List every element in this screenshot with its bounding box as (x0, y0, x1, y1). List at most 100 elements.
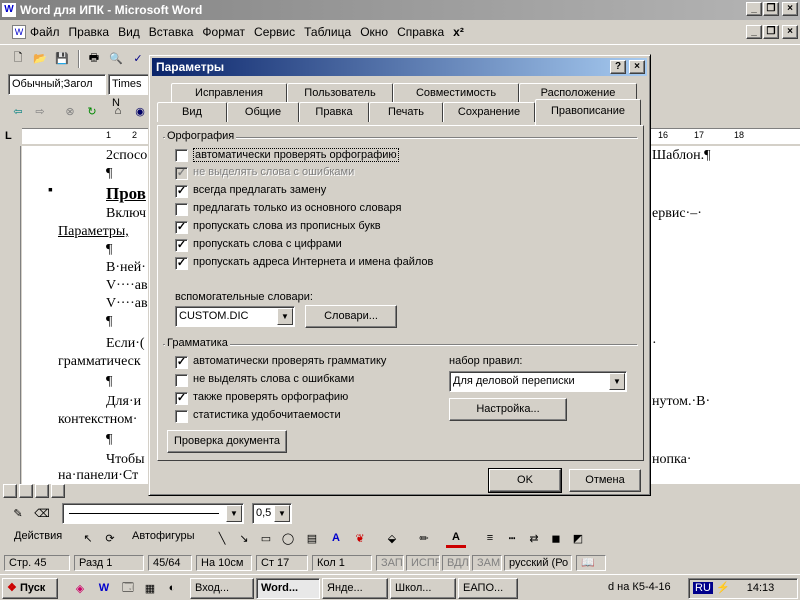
main-dict-only-label[interactable]: предлагать только из основного словаря (193, 202, 401, 214)
outline-view-button[interactable] (51, 484, 65, 498)
grammar-hide-errors-label[interactable]: не выделять слова с ошибками (193, 373, 354, 385)
oval-icon[interactable]: ◯ (278, 528, 298, 548)
arrow-icon[interactable]: ↘ (234, 528, 254, 548)
quicklaunch-icon[interactable]: ◐ (162, 578, 182, 598)
quicklaunch-icon[interactable]: ◈ (70, 578, 90, 598)
readability-stats-checkbox[interactable] (175, 410, 188, 423)
minimize-button[interactable]: _ (746, 2, 762, 16)
print-view-button[interactable] (35, 484, 49, 498)
forward-arrow-icon[interactable]: ⇨ (30, 101, 50, 121)
menu-tools[interactable]: Сервис (254, 25, 295, 39)
menu-window[interactable]: Окно (360, 25, 388, 39)
rectangle-icon[interactable]: ▭ (256, 528, 276, 548)
custom-dict-select[interactable]: CUSTOM.DIC ▼ (175, 306, 295, 327)
superscript-button[interactable]: x² (453, 25, 464, 39)
fill-color-icon[interactable]: ⬙ (382, 528, 402, 548)
grammar-hide-errors-checkbox[interactable] (175, 374, 188, 387)
spell-hide-errors-checkbox[interactable]: ✓ (175, 167, 188, 180)
font-select[interactable]: Times N (108, 74, 150, 109)
task-school[interactable]: Школ... (390, 578, 456, 599)
start-button[interactable]: ❖ Пуск (2, 578, 58, 599)
wordart-icon[interactable]: A (326, 528, 346, 548)
eraser-icon[interactable]: ⌫ (32, 503, 52, 523)
grammar-auto-check-checkbox[interactable]: ✓ (175, 356, 188, 369)
tab-corrections[interactable]: Исправления (171, 83, 287, 103)
task-inbox[interactable]: Вход... (190, 578, 254, 599)
cancel-button[interactable]: Отмена (569, 469, 641, 492)
tray-icon[interactable]: ⚡ (716, 582, 730, 594)
refresh-icon[interactable]: ↻ (82, 101, 102, 121)
task-drive[interactable]: d на К5-4-16 (604, 578, 672, 599)
ok-button[interactable]: OK (488, 468, 562, 493)
menu-table[interactable]: Таблица (304, 25, 351, 39)
dialog-close-button[interactable]: × (629, 60, 645, 74)
dash-style-icon[interactable]: ┅ (502, 528, 522, 548)
menu-edit[interactable]: Правка (69, 25, 110, 39)
search-web-icon[interactable]: ◉ (130, 101, 150, 121)
spelling-icon[interactable]: ✓ (128, 48, 148, 68)
menu-help[interactable]: Справка (397, 25, 444, 39)
pencil-icon[interactable]: ✎ (8, 503, 28, 523)
line-color-icon[interactable]: ✏ (414, 528, 434, 548)
ignore-urls-checkbox[interactable]: ✓ (175, 257, 188, 270)
document-icon[interactable]: W (12, 25, 26, 39)
back-arrow-icon[interactable]: ⇦ (8, 101, 28, 121)
clipart-icon[interactable]: ❦ (350, 528, 370, 548)
doc-close-button[interactable]: × (782, 25, 798, 39)
line-icon[interactable]: ╲ (212, 528, 232, 548)
line-style-icon[interactable]: ≡ (480, 528, 500, 548)
quicklaunch-icon[interactable]: ▦ (140, 578, 160, 598)
menu-file[interactable]: Файл (30, 25, 60, 39)
textbox-icon[interactable]: ▤ (302, 528, 322, 548)
line-width-select[interactable]: 0,5 ▼ (252, 503, 292, 524)
vertical-ruler[interactable] (3, 146, 21, 484)
task-word[interactable]: Word... (256, 578, 320, 599)
tab-save[interactable]: Сохранение (443, 102, 535, 122)
check-document-button[interactable]: Проверка документа (167, 430, 287, 453)
web-view-button[interactable] (19, 484, 33, 498)
status-ovr[interactable]: ЗАМ (472, 555, 502, 571)
tab-spelling-grammar[interactable]: Правописание (535, 99, 641, 125)
tab-general[interactable]: Общие (227, 102, 299, 122)
status-ext[interactable]: ВДЛ (442, 555, 470, 571)
always-suggest-label[interactable]: всегда предлагать замену (193, 184, 326, 196)
new-document-icon[interactable]: 🗋 (8, 48, 28, 68)
language-indicator[interactable]: RU (693, 582, 713, 594)
font-color-icon[interactable]: A (446, 528, 466, 548)
status-spelling-book-icon[interactable]: 📖 (576, 555, 606, 571)
doc-restore-button[interactable]: ❐ (763, 25, 779, 39)
doc-minimize-button[interactable]: _ (746, 25, 762, 39)
ignore-urls-label[interactable]: пропускать адреса Интернета и имена файл… (193, 256, 433, 268)
stop-icon[interactable]: ⊗ (60, 101, 80, 121)
tab-edit[interactable]: Правка (299, 102, 369, 122)
task-eapo[interactable]: ЕАПО... (458, 578, 518, 599)
readability-stats-label[interactable]: статистика удобочитаемости (193, 409, 341, 421)
autoshapes-menu[interactable]: Автофигуры (132, 530, 195, 542)
check-spelling-too-checkbox[interactable]: ✓ (175, 392, 188, 405)
task-yandex[interactable]: Янде... (322, 578, 388, 599)
grammar-settings-button[interactable]: Настройка... (449, 398, 567, 421)
dialog-help-button[interactable]: ? (610, 60, 626, 74)
grammar-auto-check-label[interactable]: автоматически проверять грамматику (193, 355, 386, 367)
ignore-numbers-checkbox[interactable]: ✓ (175, 239, 188, 252)
main-dict-only-checkbox[interactable] (175, 203, 188, 216)
select-arrow-icon[interactable]: ↖ (78, 528, 98, 548)
print-icon[interactable]: 🖶 (84, 48, 104, 68)
word-app-icon[interactable]: W (2, 3, 16, 17)
print-preview-icon[interactable]: 🔍 (106, 48, 126, 68)
save-icon[interactable]: 💾 (52, 48, 72, 68)
tab-print[interactable]: Печать (369, 102, 443, 122)
ignore-uppercase-checkbox[interactable]: ✓ (175, 221, 188, 234)
tab-selector-icon[interactable]: L (5, 130, 17, 142)
line-style-select[interactable]: ▼ (62, 503, 244, 524)
menu-format[interactable]: Формат (202, 25, 245, 39)
status-rec[interactable]: ЗАП (376, 555, 404, 571)
tab-user[interactable]: Пользователь (287, 83, 393, 103)
normal-view-button[interactable] (3, 484, 17, 498)
status-trk[interactable]: ИСПР (406, 555, 440, 571)
arrow-style-icon[interactable]: ⇄ (524, 528, 544, 548)
spell-hide-errors-label[interactable]: не выделять слова с ошибками (193, 166, 354, 178)
open-folder-icon[interactable]: 📂 (30, 48, 50, 68)
shadow-icon[interactable]: ◼ (546, 528, 566, 548)
maximize-button[interactable]: ❐ (763, 2, 779, 16)
